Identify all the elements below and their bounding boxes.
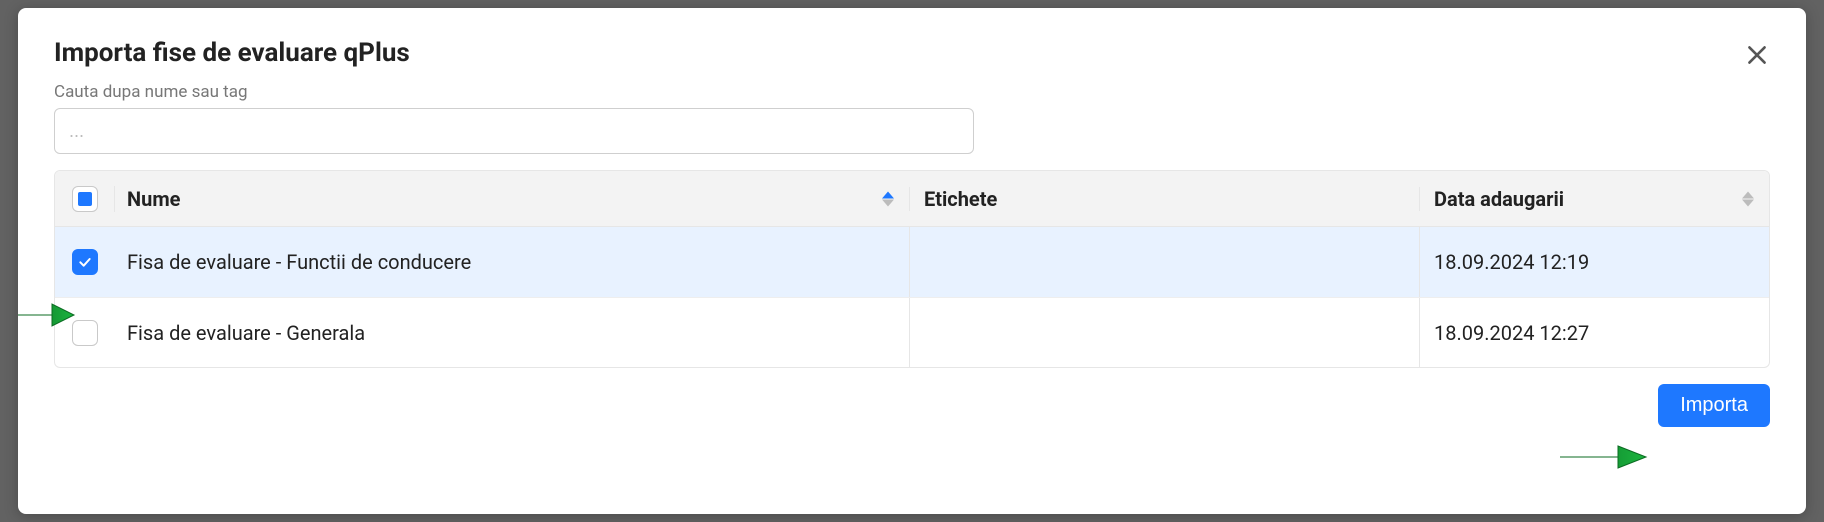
row-date-cell: 18.09.2024 12:27 [1419, 298, 1769, 367]
sort-desc-icon [882, 199, 894, 206]
row-checkbox[interactable] [72, 249, 98, 275]
import-modal: Importa fise de evaluare qPlus Cauta dup… [18, 8, 1806, 514]
row-name: Fisa de evaluare - Functii de conducere [127, 250, 471, 274]
table-row[interactable]: Fisa de evaluare - Functii de conducere … [55, 227, 1769, 297]
search-input[interactable] [54, 108, 974, 154]
table-body: Fisa de evaluare - Functii de conducere … [55, 227, 1769, 367]
header-name-label: Nume [127, 187, 180, 211]
table-header: Nume Etichete Data adaugarii [55, 171, 1769, 227]
modal-title: Importa fise de evaluare qPlus [54, 38, 1770, 68]
sort-icon [881, 191, 895, 206]
sort-icon [1741, 191, 1755, 206]
row-date: 18.09.2024 12:27 [1434, 321, 1589, 345]
table-row[interactable]: Fisa de evaluare - Generala 18.09.2024 1… [55, 297, 1769, 367]
row-name: Fisa de evaluare - Generala [127, 321, 365, 345]
header-date-label: Data adaugarii [1434, 187, 1564, 211]
import-button[interactable]: Importa [1658, 384, 1770, 427]
sort-asc-icon [1742, 191, 1754, 198]
close-button[interactable] [1744, 42, 1770, 68]
row-checkbox-cell [55, 298, 115, 367]
row-tags-cell [909, 298, 1419, 367]
import-button-label: Importa [1680, 394, 1748, 416]
indeterminate-icon [78, 192, 92, 206]
header-select-all-cell [55, 186, 115, 212]
row-checkbox-cell [55, 227, 115, 297]
header-tags-label: Etichete [924, 187, 997, 211]
results-table: Nume Etichete Data adaugarii [54, 170, 1770, 368]
row-checkbox[interactable] [72, 320, 98, 346]
row-name-cell: Fisa de evaluare - Generala [115, 298, 909, 367]
close-icon [1744, 42, 1770, 68]
sort-desc-icon [1742, 199, 1754, 206]
header-name[interactable]: Nume [115, 187, 909, 211]
header-date[interactable]: Data adaugarii [1419, 187, 1769, 211]
row-date: 18.09.2024 12:19 [1434, 250, 1589, 274]
select-all-checkbox[interactable] [72, 186, 98, 212]
row-name-cell: Fisa de evaluare - Functii de conducere [115, 227, 909, 297]
row-tags-cell [909, 227, 1419, 297]
header-tags[interactable]: Etichete [909, 187, 1419, 211]
modal-footer: Importa [54, 384, 1770, 427]
check-icon [77, 254, 93, 270]
row-date-cell: 18.09.2024 12:19 [1419, 227, 1769, 297]
search-label: Cauta dupa nume sau tag [54, 82, 1770, 102]
sort-asc-icon [882, 191, 894, 198]
